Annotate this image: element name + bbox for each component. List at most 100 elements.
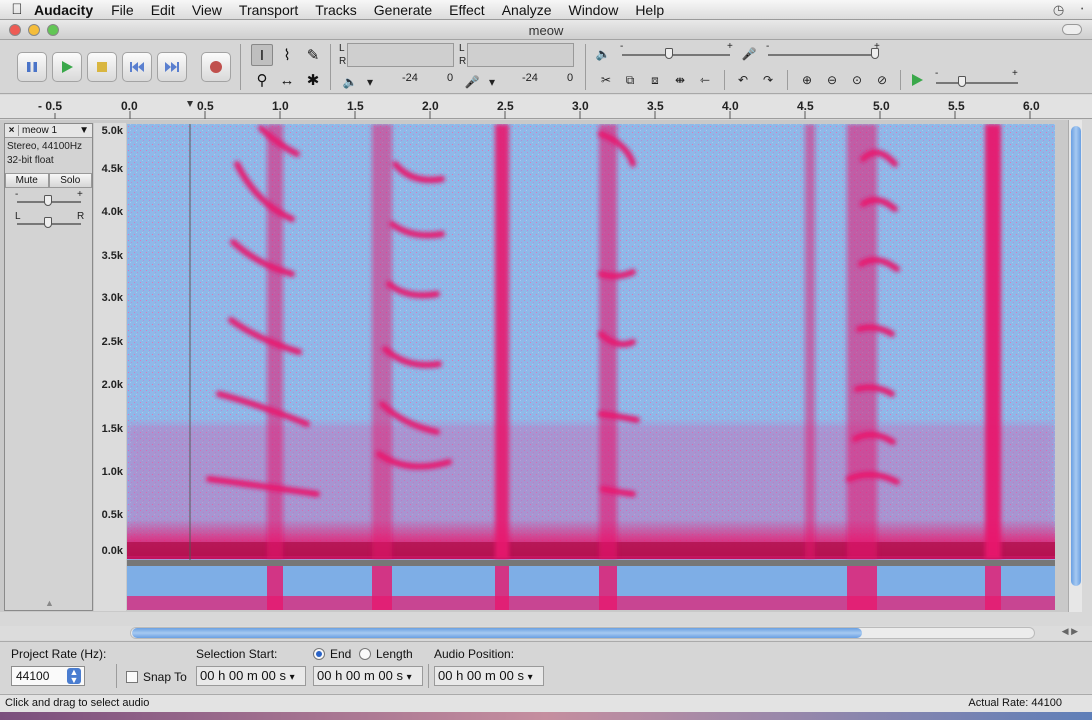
toolbar-separator — [428, 664, 429, 688]
menu-file[interactable]: File — [111, 2, 134, 18]
play-button[interactable] — [52, 52, 82, 82]
selection-end-field[interactable]: 00 h 00 m 00 s ▾ — [313, 666, 423, 686]
fit-project-icon[interactable]: ⊘ — [872, 70, 892, 90]
horizontal-scroll-thumb[interactable] — [132, 628, 862, 638]
menu-help[interactable]: Help — [635, 2, 664, 18]
apple-icon[interactable]:  — [0, 1, 34, 18]
menu-view[interactable]: View — [192, 2, 222, 18]
zoom-tool-icon[interactable]: ⚲ — [251, 69, 273, 91]
freq-label: 3.5k — [101, 250, 123, 262]
snap-to-checkbox[interactable] — [126, 671, 138, 683]
track-menu-dropdown-icon[interactable]: ▼ — [79, 125, 92, 136]
window-title: meow — [528, 23, 564, 38]
multi-tool-icon[interactable]: ✱ — [302, 69, 324, 91]
selection-end-dropdown-icon[interactable]: ▾ — [407, 672, 412, 683]
selection-tool-icon[interactable]: I — [251, 44, 273, 66]
actual-rate: Actual Rate: 44100 — [968, 697, 1062, 709]
collapse-track-icon[interactable]: ▲ — [45, 598, 54, 608]
freq-label: 2.0k — [101, 379, 123, 391]
gain-control: - + — [5, 189, 92, 213]
play-at-speed-icon[interactable] — [910, 73, 924, 87]
play-speed-knob[interactable] — [958, 76, 966, 87]
timeline-ruler[interactable]: - 0.5 0.0 0.5 1.0 1.5 2.0 2.5 3.0 3.5 4.… — [0, 95, 1092, 119]
output-volume-knob[interactable] — [665, 48, 673, 59]
toolbar-separator — [330, 44, 331, 90]
speed-slider-plus: + — [1012, 68, 1018, 79]
silence-icon[interactable]: ⇽ — [695, 70, 715, 90]
timeshift-tool-icon[interactable]: ↔ — [276, 69, 298, 91]
pause-button[interactable] — [17, 52, 47, 82]
fit-selection-icon[interactable]: ⊙ — [847, 70, 867, 90]
horizontal-scrollbar[interactable]: ◀ ▶ — [0, 626, 1092, 640]
mute-solo-row: Mute Solo — [5, 173, 92, 188]
output-volume-slider[interactable] — [622, 54, 730, 56]
project-rate-label: Project Rate (Hz): — [11, 647, 107, 661]
end-radio[interactable] — [313, 648, 325, 660]
recording-meter-dropdown-icon[interactable]: ▾ — [482, 72, 502, 92]
playback-meter[interactable] — [347, 43, 454, 67]
zoom-in-icon[interactable]: ⊕ — [797, 70, 817, 90]
cut-icon[interactable]: ✂ — [596, 70, 616, 90]
track-name-menu[interactable]: meow 1 — [19, 125, 79, 136]
audio-position-field[interactable]: 00 h 00 m 00 s ▾ — [434, 666, 544, 686]
vertical-scrollbar[interactable] — [1068, 120, 1082, 612]
menu-transport[interactable]: Transport — [239, 2, 298, 18]
redo-icon[interactable]: ↷ — [758, 70, 778, 90]
input-volume-knob[interactable] — [871, 48, 879, 59]
pan-knob[interactable] — [44, 217, 52, 228]
trim-icon[interactable]: ⇼ — [670, 70, 690, 90]
playback-meter-dropdown-icon[interactable]: ▾ — [360, 72, 380, 92]
paste-icon[interactable]: ⧈ — [645, 70, 665, 90]
play-head-marker[interactable] — [187, 101, 193, 107]
vertical-scroll-thumb[interactable] — [1071, 126, 1081, 586]
time-machine-icon[interactable]: ◷ — [1053, 2, 1064, 18]
track-sample-format: 32-bit float — [7, 155, 54, 166]
frequency-scale: 5.0k 4.5k 4.0k 3.5k 3.0k 2.5k 2.0k 1.5k … — [94, 123, 126, 611]
play-speed-slider[interactable] — [936, 82, 1018, 84]
snap-to-label: Snap To — [143, 670, 187, 684]
track-close-button[interactable]: × — [5, 125, 19, 136]
skip-to-end-button[interactable] — [157, 52, 187, 82]
undo-icon[interactable]: ↶ — [733, 70, 753, 90]
copy-icon[interactable]: ⧉ — [620, 70, 640, 90]
input-volume-slider[interactable] — [768, 54, 878, 56]
track-control-panel: × meow 1 ▼ Stereo, 44100Hz 32-bit float … — [4, 123, 93, 611]
project-rate-combo[interactable]: 44100 ▲ ▼ — [11, 666, 85, 686]
menu-tracks[interactable]: Tracks — [315, 2, 356, 18]
status-bar: Click and drag to select audio Actual Ra… — [0, 694, 1092, 712]
audio-position-dropdown-icon[interactable]: ▾ — [528, 672, 533, 683]
status-message: Click and drag to select audio — [5, 697, 150, 709]
mute-button[interactable]: Mute — [5, 173, 49, 188]
stop-button[interactable] — [87, 52, 117, 82]
freq-label: 2.5k — [101, 336, 123, 348]
bluetooth-icon[interactable]: ᛫ — [1078, 2, 1086, 18]
zoom-out-icon[interactable]: ⊖ — [822, 70, 842, 90]
toolbar-toggle-button[interactable] — [1062, 24, 1082, 35]
menu-analyze[interactable]: Analyze — [502, 2, 552, 18]
length-radio[interactable] — [359, 648, 371, 660]
selection-start-dropdown-icon[interactable]: ▾ — [290, 672, 295, 683]
scroll-arrows-icon[interactable]: ◀ ▶ — [1062, 626, 1078, 637]
menu-edit[interactable]: Edit — [151, 2, 175, 18]
app-menu[interactable]: Audacity — [34, 2, 93, 18]
solo-button[interactable]: Solo — [48, 173, 92, 188]
menu-generate[interactable]: Generate — [374, 2, 432, 18]
record-button[interactable] — [201, 52, 231, 82]
toolbar: I ⌇ ✎ ⚲ ↔ ✱ L R L R 🔈 ▾ -24 0 🎤 ▾ -24 0 … — [0, 40, 1092, 94]
draw-tool-icon[interactable]: ✎ — [302, 44, 324, 66]
skip-to-start-button[interactable] — [122, 52, 152, 82]
menu-effect[interactable]: Effect — [449, 2, 485, 18]
selection-start-field[interactable]: 00 h 00 m 00 s ▾ — [196, 666, 306, 686]
toolbar-separator — [724, 70, 725, 90]
gain-knob[interactable] — [44, 195, 52, 206]
menu-window[interactable]: Window — [569, 2, 619, 18]
project-rate-stepper-icon[interactable]: ▲ ▼ — [67, 668, 81, 685]
selection-start-label: Selection Start: — [196, 647, 278, 661]
freq-label: 3.0k — [101, 292, 123, 304]
speed-slider-minus: - — [935, 68, 939, 79]
recording-meter[interactable] — [467, 43, 574, 67]
spectrogram-view[interactable] — [127, 124, 1055, 610]
envelope-tool-icon[interactable]: ⌇ — [276, 44, 298, 66]
pan-right-label: R — [77, 211, 85, 222]
window-title-bar: meow — [0, 20, 1092, 40]
